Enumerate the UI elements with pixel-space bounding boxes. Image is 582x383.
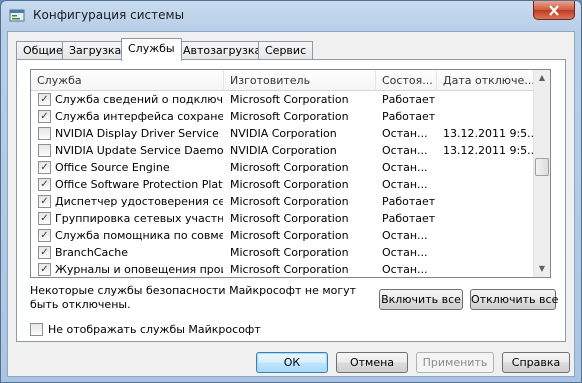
table-row[interactable]: NVIDIA Display Driver Service NVIDIA Corp… xyxy=(31,125,535,142)
close-button[interactable] xyxy=(533,1,575,20)
hide-microsoft-services-checkbox[interactable] xyxy=(30,323,43,336)
scroll-up-icon[interactable]: ▲ xyxy=(534,70,550,86)
service-checkbox[interactable]: ✓ xyxy=(38,93,51,106)
service-checkbox[interactable] xyxy=(38,144,51,157)
services-list: Служба Изготовитель Состоя... Дата отклю… xyxy=(30,69,551,278)
cell-date-disabled: 13.12.2011 9:5... xyxy=(443,127,533,140)
cell-date-disabled xyxy=(443,91,533,108)
cell-date-disabled xyxy=(443,261,533,277)
cell-date-disabled xyxy=(443,244,533,261)
list-header: Служба Изготовитель Состоя... Дата отклю… xyxy=(31,70,535,91)
cell-service-name: Служба сведений о подключе... xyxy=(55,93,223,106)
cell-status: Работает xyxy=(382,195,436,208)
cell-status: Остан... xyxy=(382,144,428,157)
cell-service-name: BranchCache xyxy=(55,246,129,259)
cell-status: Остан... xyxy=(382,178,428,191)
service-checkbox[interactable]: ✓ xyxy=(38,178,51,191)
cell-manufacturer: Microsoft Corporation xyxy=(230,246,349,259)
table-row[interactable]: ✓ Группировка сетевых участни... Microsoft… xyxy=(31,210,535,227)
enable-all-button[interactable]: Включить все xyxy=(379,289,463,310)
column-header-service[interactable]: Служба xyxy=(31,70,224,91)
table-row[interactable]: ✓ Журналы и оповещения произ... Microsoft … xyxy=(31,261,535,277)
cell-manufacturer: NVIDIA Corporation xyxy=(230,144,337,157)
service-checkbox[interactable]: ✓ xyxy=(38,161,51,174)
window-title: Конфигурация системы xyxy=(33,8,185,22)
cell-service-name: Группировка сетевых участни... xyxy=(55,212,223,225)
tab-tools[interactable]: Сервис xyxy=(258,41,314,60)
table-row[interactable]: ✓ Office Source Engine Microsoft Corporati… xyxy=(31,159,535,176)
service-checkbox[interactable]: ✓ xyxy=(38,212,51,225)
close-icon xyxy=(549,4,559,16)
table-row[interactable]: ✓ Служба интерфейса сохранен... Microsoft … xyxy=(31,108,535,125)
service-checkbox[interactable]: ✓ xyxy=(38,246,51,259)
cell-service-name: Office Software Protection Platf... xyxy=(55,178,223,191)
cell-manufacturer: Microsoft Corporation xyxy=(230,161,349,174)
scroll-thumb[interactable] xyxy=(535,158,549,176)
cell-status: Работает xyxy=(382,212,436,225)
apply-button[interactable]: Применить xyxy=(416,352,494,373)
cell-status: Остан... xyxy=(382,229,428,242)
cell-manufacturer: Microsoft Corporation xyxy=(230,212,349,225)
cell-manufacturer: Microsoft Corporation xyxy=(230,229,349,242)
tab-services[interactable]: Службы xyxy=(121,38,182,61)
service-checkbox[interactable]: ✓ xyxy=(38,263,51,276)
cell-date-disabled xyxy=(443,176,533,193)
cell-service-name: NVIDIA Update Service Daemon xyxy=(55,144,223,157)
cell-service-name: Служба интерфейса сохранен... xyxy=(55,110,223,123)
cell-status: Остан... xyxy=(382,161,428,174)
cell-manufacturer: Microsoft Corporation xyxy=(230,93,349,106)
cell-status: Остан... xyxy=(382,263,428,276)
cancel-button[interactable]: Отмена xyxy=(336,352,408,373)
scroll-down-icon[interactable]: ▼ xyxy=(534,261,550,277)
table-row[interactable]: ✓ Office Software Protection Platf... Micr… xyxy=(31,176,535,193)
column-header-date-disabled[interactable]: Дата отключе... xyxy=(437,70,535,91)
hide-microsoft-services-label: Не отображать службы Майкрософт xyxy=(48,323,261,336)
title-bar[interactable]: Конфигурация системы xyxy=(1,1,581,31)
tab-boot[interactable]: Загрузка xyxy=(62,41,129,60)
cell-date-disabled xyxy=(443,210,533,227)
table-row[interactable]: ✓ BranchCache Microsoft Corporation Остан..… xyxy=(31,244,535,261)
cell-manufacturer: Microsoft Corporation xyxy=(230,195,349,208)
cell-manufacturer: Microsoft Corporation xyxy=(230,263,349,276)
column-header-status[interactable]: Состоя... xyxy=(376,70,437,91)
cell-date-disabled xyxy=(443,227,533,244)
cell-service-name: Office Source Engine xyxy=(55,161,170,174)
dialog-body: Общие Загрузка Службы Автозагрузка Серви… xyxy=(7,31,575,377)
cell-manufacturer: NVIDIA Corporation xyxy=(230,127,337,140)
msconfig-icon xyxy=(9,9,25,22)
cell-date-disabled xyxy=(443,193,533,210)
cell-status: Работает xyxy=(382,93,436,106)
service-checkbox[interactable] xyxy=(38,127,51,140)
cell-service-name: Служба помощника по совмес... xyxy=(55,229,223,242)
cell-manufacturer: Microsoft Corporation xyxy=(230,110,349,123)
vertical-scrollbar[interactable]: ▲ ▼ xyxy=(533,70,550,277)
cell-date-disabled xyxy=(443,159,533,176)
cell-status: Работает xyxy=(382,110,436,123)
cell-status: Остан... xyxy=(382,246,428,259)
table-row[interactable]: ✓ Служба сведений о подключе... Microsoft … xyxy=(31,91,535,108)
cell-date-disabled: 13.12.2011 9:5... xyxy=(443,144,533,157)
ok-button[interactable]: ОК xyxy=(256,352,328,373)
cell-date-disabled xyxy=(443,108,533,125)
cell-manufacturer: Microsoft Corporation xyxy=(230,178,349,191)
table-row[interactable]: NVIDIA Update Service Daemon NVIDIA Corpo… xyxy=(31,142,535,159)
msconfig-window: Конфигурация системы Общие Загрузка Служ… xyxy=(0,0,582,383)
cell-status: Остан... xyxy=(382,127,428,140)
cell-service-name: Журналы и оповещения произ... xyxy=(55,263,223,276)
table-row[interactable]: ✓ Служба помощника по совмес... Microsoft … xyxy=(31,227,535,244)
service-checkbox[interactable]: ✓ xyxy=(38,229,51,242)
security-note: Некоторые службы безопасности Майкрософт… xyxy=(30,284,357,311)
table-row[interactable]: ✓ Диспетчер удостоверения сет... Microsoft… xyxy=(31,193,535,210)
cell-service-name: Диспетчер удостоверения сет... xyxy=(55,195,223,208)
services-panel: Служба Изготовитель Состоя... Дата отклю… xyxy=(16,59,566,342)
service-checkbox[interactable]: ✓ xyxy=(38,195,51,208)
disable-all-button[interactable]: Отключить все xyxy=(470,289,558,310)
cell-service-name: NVIDIA Display Driver Service xyxy=(55,127,219,140)
column-header-manufacturer[interactable]: Изготовитель xyxy=(224,70,376,91)
service-checkbox[interactable]: ✓ xyxy=(38,110,51,123)
tab-startup[interactable]: Автозагрузка xyxy=(176,41,269,60)
help-button[interactable]: Справка xyxy=(502,352,570,373)
